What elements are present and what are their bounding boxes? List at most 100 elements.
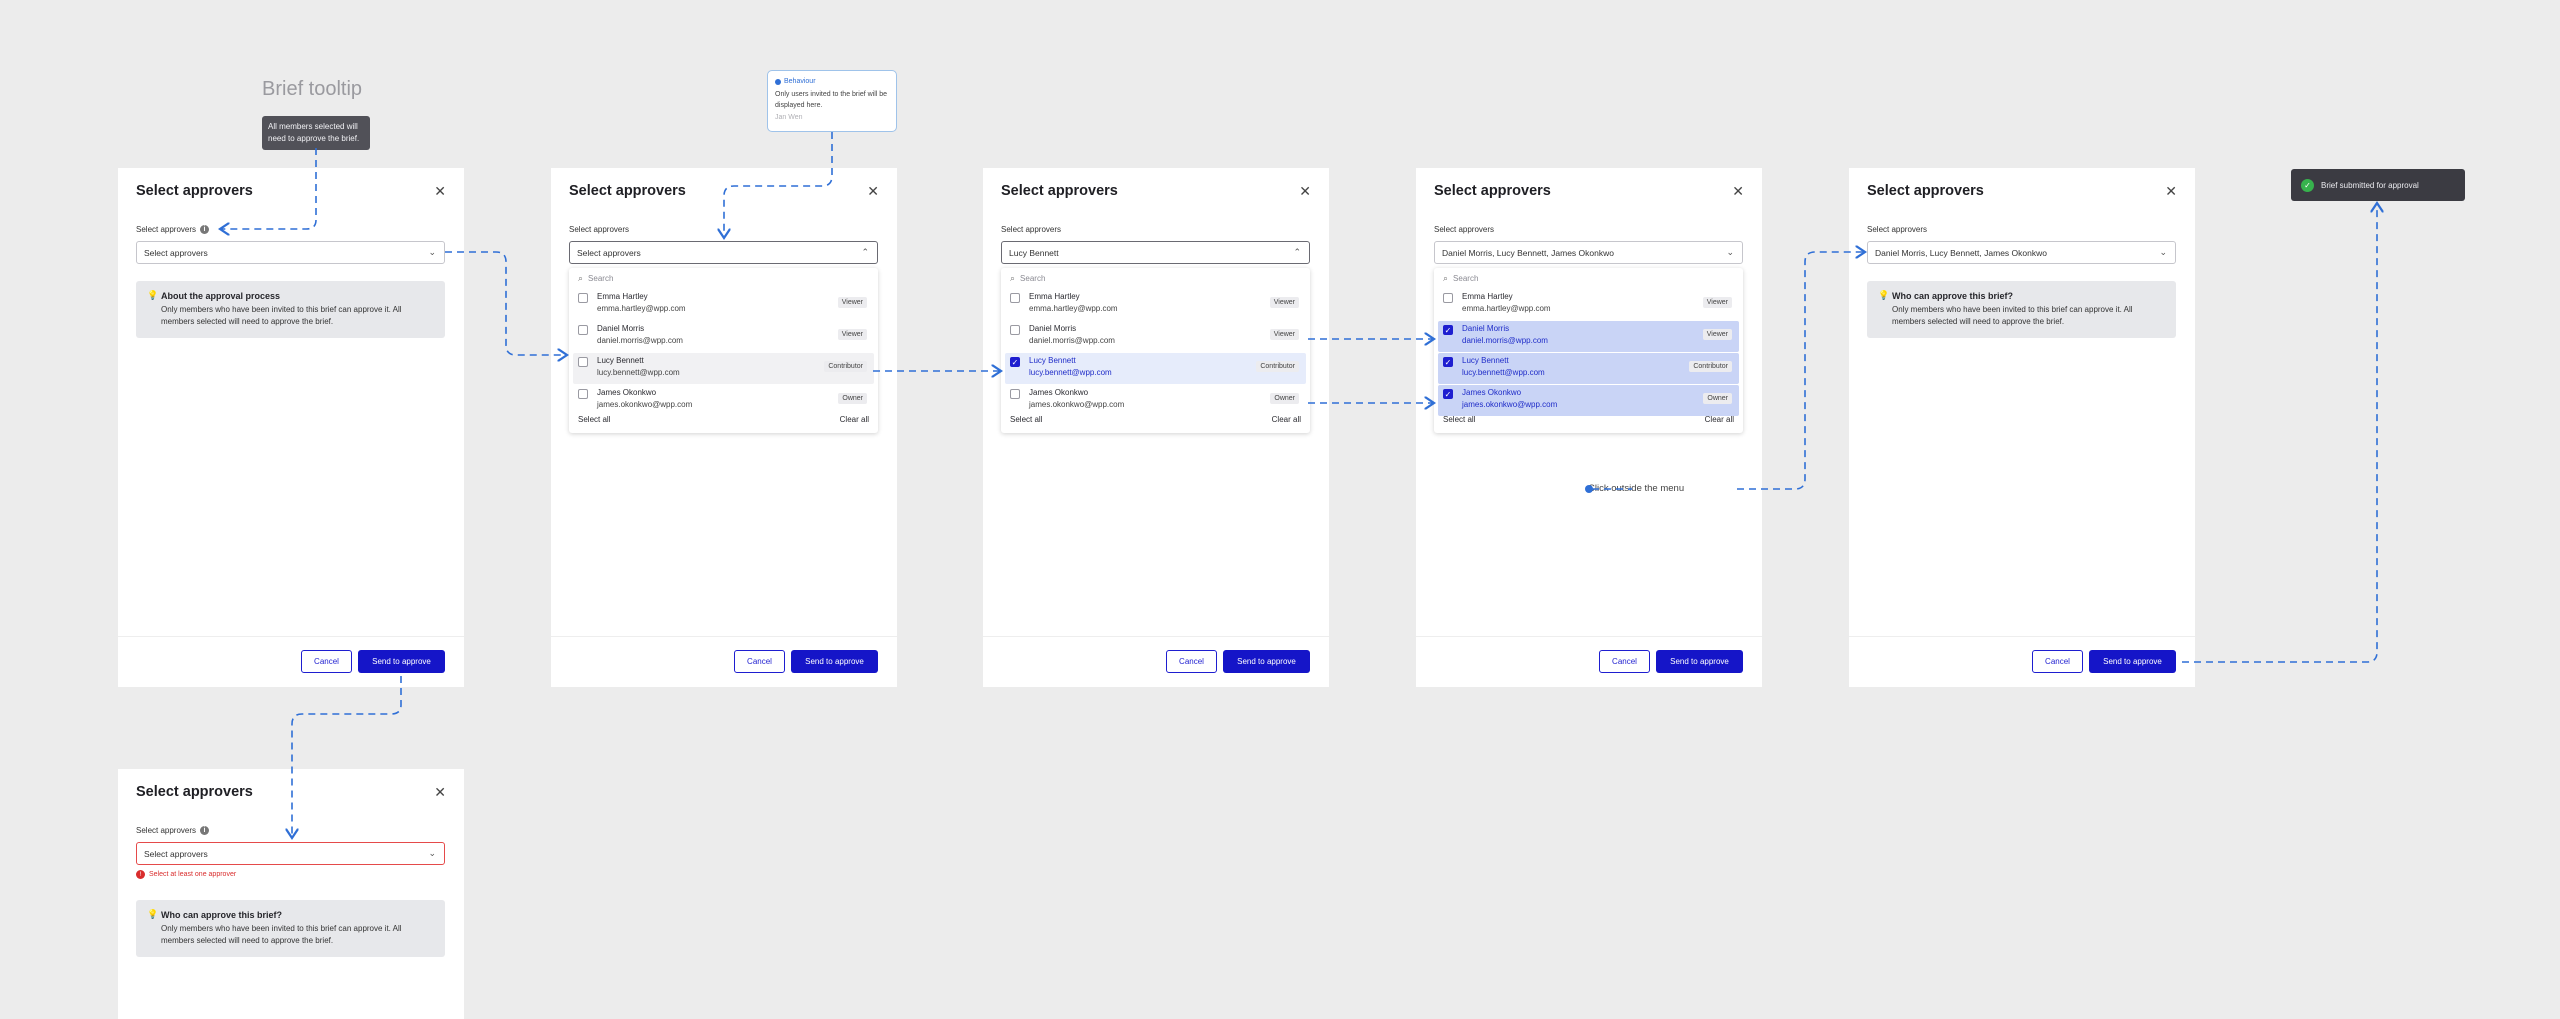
info-title: Who can approve this brief? (1892, 291, 2014, 301)
field-label: Select approvers i (136, 225, 210, 234)
close-icon[interactable]: ✕ (434, 784, 446, 801)
select-all-button[interactable]: Select all (1443, 415, 1475, 424)
dropdown-footer: Select all Clear all (1001, 415, 1310, 427)
checkbox-checked[interactable]: ✓ (1010, 357, 1020, 367)
send-to-approve-button[interactable]: Send to approve (2089, 650, 2176, 673)
lightbulb-icon: 💡 (147, 290, 159, 300)
approvers-select[interactable]: Daniel Morris, Lucy Bennett, James Okonk… (1867, 241, 2176, 264)
role-badge: Owner (838, 393, 867, 404)
dropdown-footer: Select all Clear all (569, 415, 878, 427)
role-badge: Viewer (1702, 297, 1732, 308)
cancel-button[interactable]: Cancel (734, 650, 785, 673)
info-text: Only members who have been invited to th… (161, 924, 402, 945)
list-item[interactable]: ✓ James Okonkwo james.okonkwo@wpp.com Owner (1438, 385, 1739, 416)
role-badge: Contributor (1689, 361, 1732, 372)
search-icon: ⌕ (1010, 273, 1016, 283)
info-icon[interactable]: i (200, 826, 210, 835)
footer-divider (1416, 636, 1762, 637)
field-label: Select approvers (569, 225, 630, 234)
note-title: Behaviour (775, 76, 889, 87)
select-approvers-modal-4: Select approvers ✕ Select approvers Dani… (1416, 168, 1762, 687)
chevron-up-icon: ⌃ (1293, 247, 1301, 257)
search-input[interactable]: ⌕ Search (1001, 268, 1310, 289)
annotation-text: Click outside the menu (1588, 483, 1685, 494)
role-badge: Viewer (837, 329, 867, 340)
lightbulb-icon: 💡 (147, 909, 159, 919)
info-box: 💡 Who can approve this brief? Only membe… (1867, 281, 2176, 338)
select-all-button[interactable]: Select all (578, 415, 610, 424)
list-item[interactable]: James Okonkwo james.okonkwo@wpp.com Owner (573, 385, 874, 416)
modal-title: Select approvers (1434, 183, 1551, 199)
info-box: 💡 Who can approve this brief? Only membe… (136, 900, 445, 957)
clear-all-button[interactable]: Clear all (840, 415, 869, 424)
brief-tooltip: All members selected will need to approv… (262, 116, 370, 150)
checkbox[interactable] (1010, 389, 1020, 399)
checkbox[interactable] (1443, 293, 1453, 303)
chevron-up-icon: ⌃ (861, 247, 869, 257)
checkbox[interactable] (578, 293, 588, 303)
list-item[interactable]: Emma Hartley emma.hartley@wpp.com Viewer (1005, 289, 1306, 320)
checkbox-checked[interactable]: ✓ (1443, 389, 1453, 399)
checkbox[interactable] (578, 389, 588, 399)
list-item[interactable]: James Okonkwo james.okonkwo@wpp.com Owner (1005, 385, 1306, 416)
role-badge: Viewer (837, 297, 867, 308)
list-item[interactable]: Emma Hartley emma.hartley@wpp.com Viewer (1438, 289, 1739, 320)
dropdown-footer: Select all Clear all (1434, 415, 1743, 427)
footer-divider (1849, 636, 2195, 637)
approvers-select[interactable]: Select approvers ⌄ (136, 842, 445, 865)
connector-submit (2182, 203, 2377, 663)
send-to-approve-button[interactable]: Send to approve (1223, 650, 1310, 673)
select-approvers-modal-error: Select approvers ✕ Select approvers i Sel… (118, 769, 464, 1019)
modal-title: Select approvers (136, 183, 253, 199)
clear-all-button[interactable]: Clear all (1272, 415, 1301, 424)
list-item[interactable]: Emma Hartley emma.hartley@wpp.com Viewer (573, 289, 874, 320)
select-all-button[interactable]: Select all (1010, 415, 1042, 424)
approvers-select[interactable]: Select approvers ⌃ (569, 241, 878, 264)
info-text: Only members who have been invited to th… (161, 305, 402, 326)
cancel-button[interactable]: Cancel (2032, 650, 2083, 673)
close-icon[interactable]: ✕ (1732, 183, 1744, 200)
modal-title: Select approvers (136, 784, 253, 800)
modal-title: Select approvers (569, 183, 686, 199)
list-item[interactable]: Daniel Morris daniel.morris@wpp.com Viewer (1005, 321, 1306, 352)
list-item[interactable]: ✓ Lucy Bennett lucy.bennett@wpp.com Contrib… (1438, 353, 1739, 384)
close-icon[interactable]: ✕ (1299, 183, 1311, 200)
list-item[interactable]: Lucy Bennett lucy.bennett@wpp.com Contribu… (573, 353, 874, 384)
checkbox[interactable] (1010, 293, 1020, 303)
select-approvers-modal-2: Select approvers ✕ Select approvers Sele… (551, 168, 897, 687)
role-badge: Owner (1270, 393, 1299, 404)
cancel-button[interactable]: Cancel (1166, 650, 1217, 673)
close-icon[interactable]: ✕ (867, 183, 879, 200)
error-icon: ! (136, 870, 145, 879)
role-badge: Viewer (1269, 297, 1299, 308)
field-label: Select approvers (1434, 225, 1495, 234)
close-icon[interactable]: ✕ (2165, 183, 2177, 200)
checkbox[interactable] (1010, 325, 1020, 335)
field-label: Select approvers (1001, 225, 1062, 234)
list-item[interactable]: Daniel Morris daniel.morris@wpp.com Viewer (573, 321, 874, 352)
toast-text: Brief submitted for approval (2321, 180, 2419, 190)
search-input[interactable]: ⌕ Search (1434, 268, 1743, 289)
approvers-select[interactable]: Daniel Morris, Lucy Bennett, James Okonk… (1434, 241, 1743, 264)
chevron-down-icon: ⌄ (2159, 247, 2167, 257)
info-text: Only members who have been invited to th… (1892, 305, 2133, 326)
cancel-button[interactable]: Cancel (301, 650, 352, 673)
note-meta: Jan Wen (775, 114, 803, 121)
checkbox[interactable] (578, 325, 588, 335)
note-body: Only users invited to the brief will be … (775, 91, 888, 109)
info-icon[interactable]: i (200, 225, 210, 234)
search-input[interactable]: ⌕ Search (569, 268, 878, 289)
approvers-select[interactable]: Lucy Bennett ⌃ (1001, 241, 1310, 264)
approvers-select[interactable]: Select approvers ⌄ (136, 241, 445, 264)
close-icon[interactable]: ✕ (434, 183, 446, 200)
send-to-approve-button[interactable]: Send to approve (791, 650, 878, 673)
list-item[interactable]: ✓ Daniel Morris daniel.morris@wpp.com Viewe… (1438, 321, 1739, 352)
cancel-button[interactable]: Cancel (1599, 650, 1650, 673)
clear-all-button[interactable]: Clear all (1705, 415, 1734, 424)
list-item[interactable]: ✓ Lucy Bennett lucy.bennett@wpp.com Contrib… (1005, 353, 1306, 384)
checkbox-checked[interactable]: ✓ (1443, 357, 1453, 367)
send-to-approve-button[interactable]: Send to approve (1656, 650, 1743, 673)
send-to-approve-button[interactable]: Send to approve (358, 650, 445, 673)
checkbox-checked[interactable]: ✓ (1443, 325, 1453, 335)
checkbox[interactable] (578, 357, 588, 367)
